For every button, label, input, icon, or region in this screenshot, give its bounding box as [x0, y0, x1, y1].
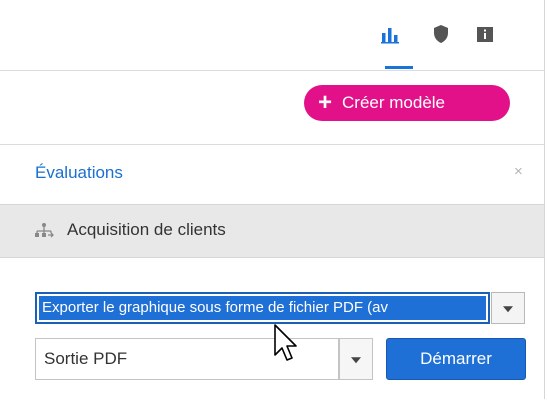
window-frame: + Créer modèle Évaluations × Acquisition… — [0, 0, 545, 399]
icon-tab-bar — [0, 0, 544, 71]
bar-chart-icon[interactable] — [380, 24, 400, 44]
close-icon[interactable]: × — [514, 163, 523, 180]
chevron-down-icon — [351, 357, 361, 364]
create-template-label: Créer modèle — [342, 93, 446, 112]
output-format-value: Sortie PDF — [44, 349, 128, 368]
section-customer-acquisition[interactable]: Acquisition de clients — [0, 204, 544, 258]
info-icon[interactable] — [475, 24, 495, 44]
export-action-select[interactable]: Exporter le graphique sous forme de fich… — [35, 292, 490, 324]
output-dropdown-button[interactable] — [339, 338, 373, 380]
hierarchy-icon — [33, 222, 55, 240]
start-button[interactable]: Démarrer — [386, 338, 526, 380]
section-label: Acquisition de clients — [67, 220, 226, 239]
export-dropdown-button[interactable] — [491, 292, 525, 324]
chevron-down-icon — [503, 306, 513, 313]
create-template-button[interactable]: + Créer modèle — [304, 85, 510, 121]
plus-icon: + — [318, 89, 333, 116]
panel-header: Évaluations × — [0, 145, 544, 200]
active-tab-indicator — [385, 66, 413, 69]
shield-icon[interactable] — [431, 24, 451, 44]
mouse-pointer-icon — [273, 323, 299, 365]
panel-title: Évaluations — [35, 163, 123, 182]
export-action-value: Exporter le graphique sous forme de fich… — [39, 296, 486, 320]
evaluations-panel: Évaluations × Acquisition de clients Exp… — [0, 144, 544, 400]
